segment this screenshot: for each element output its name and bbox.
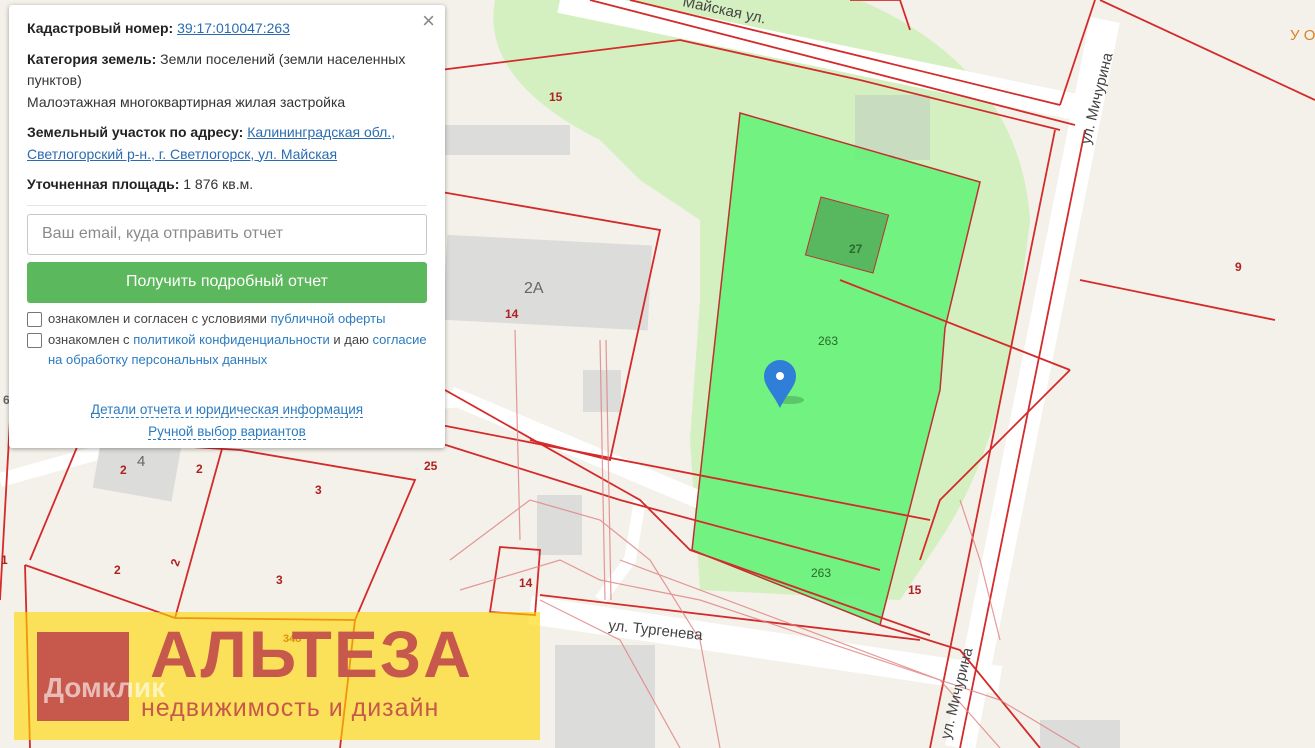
building-bottom	[555, 645, 655, 748]
building-label-4: 4	[137, 453, 145, 470]
building-2a	[442, 234, 653, 331]
building-top	[430, 125, 570, 155]
corner-text: У О	[1290, 27, 1315, 44]
get-report-button[interactable]: Получить подробный отчет	[27, 261, 427, 303]
close-icon[interactable]: ×	[422, 9, 435, 33]
parcel-label: 27	[849, 242, 863, 256]
parcel-label: 1	[1, 553, 8, 567]
watermark: АЛЬТЕЗА Домклик недвижимость и дизайн	[14, 612, 540, 740]
area-value: 1 876 кв.м.	[183, 176, 254, 192]
building-small	[583, 370, 621, 412]
parcel-label: 2	[120, 463, 127, 477]
cadastral-row: Кадастровый номер: 39:17:010047:263	[27, 18, 427, 40]
watermark-subtitle: недвижимость и дизайн	[141, 694, 440, 722]
parcel-label: 25	[424, 459, 438, 473]
building-label-2a: 2А	[524, 280, 544, 297]
category-label: Категория земель:	[27, 50, 157, 67]
area-row: Уточненная площадь: 1 876 кв.м.	[27, 174, 427, 196]
email-input[interactable]	[27, 213, 427, 255]
offer-text: ознакомлен и согласен с условиями	[48, 310, 267, 326]
footer-links: Детали отчета и юридическая информация Р…	[27, 399, 427, 443]
parcel-label: 15	[549, 90, 563, 104]
divider	[27, 204, 427, 206]
parcel-label: 3	[276, 573, 283, 587]
parcel-label: 14	[519, 576, 533, 590]
consent-offer: ознакомлен и согласен с условиями публич…	[27, 309, 427, 329]
category-row: Категория земель: Земли поселений (земли…	[27, 49, 427, 92]
privacy-and: и даю	[333, 331, 369, 347]
building-right	[1040, 720, 1120, 748]
parcel-label: 2	[114, 563, 121, 577]
parcel-label: 9	[1235, 260, 1242, 274]
parcel-label: 14	[505, 307, 519, 321]
privacy-text: ознакомлен с	[48, 331, 130, 347]
address-label: Земельный участок по адресу:	[27, 124, 244, 140]
parcel-label: 3	[315, 483, 322, 497]
offer-link[interactable]: публичной оферты	[271, 311, 386, 326]
manual-selection-link[interactable]: Ручной выбор вариантов	[148, 423, 306, 440]
area-label: Уточненная площадь:	[27, 176, 180, 192]
parcel-label: 2	[196, 462, 203, 476]
privacy-link[interactable]: политикой конфиденциальности	[133, 332, 330, 347]
address-row: Земельный участок по адресу: Калининград…	[27, 122, 427, 165]
consent-privacy: ознакомлен с политикой конфиденциальност…	[27, 330, 427, 370]
privacy-checkbox[interactable]	[27, 332, 42, 348]
details-link[interactable]: Детали отчета и юридическая информация	[90, 401, 364, 418]
cadastral-label: Кадастровый номер:	[27, 20, 174, 36]
watermark-title: АЛЬТЕЗА	[150, 617, 473, 691]
cadastral-link[interactable]: 39:17:010047:263	[177, 20, 290, 36]
use-value: Малоэтажная многоквартирная жилая застро…	[27, 93, 346, 110]
parcel-info-panel: × Кадастровый номер: 39:17:010047:263 Ка…	[9, 5, 445, 448]
offer-checkbox[interactable]	[27, 311, 42, 327]
parcel-label: 15	[908, 583, 922, 597]
parcel-label: 263	[818, 334, 838, 348]
parcel-label: 263	[811, 566, 831, 580]
